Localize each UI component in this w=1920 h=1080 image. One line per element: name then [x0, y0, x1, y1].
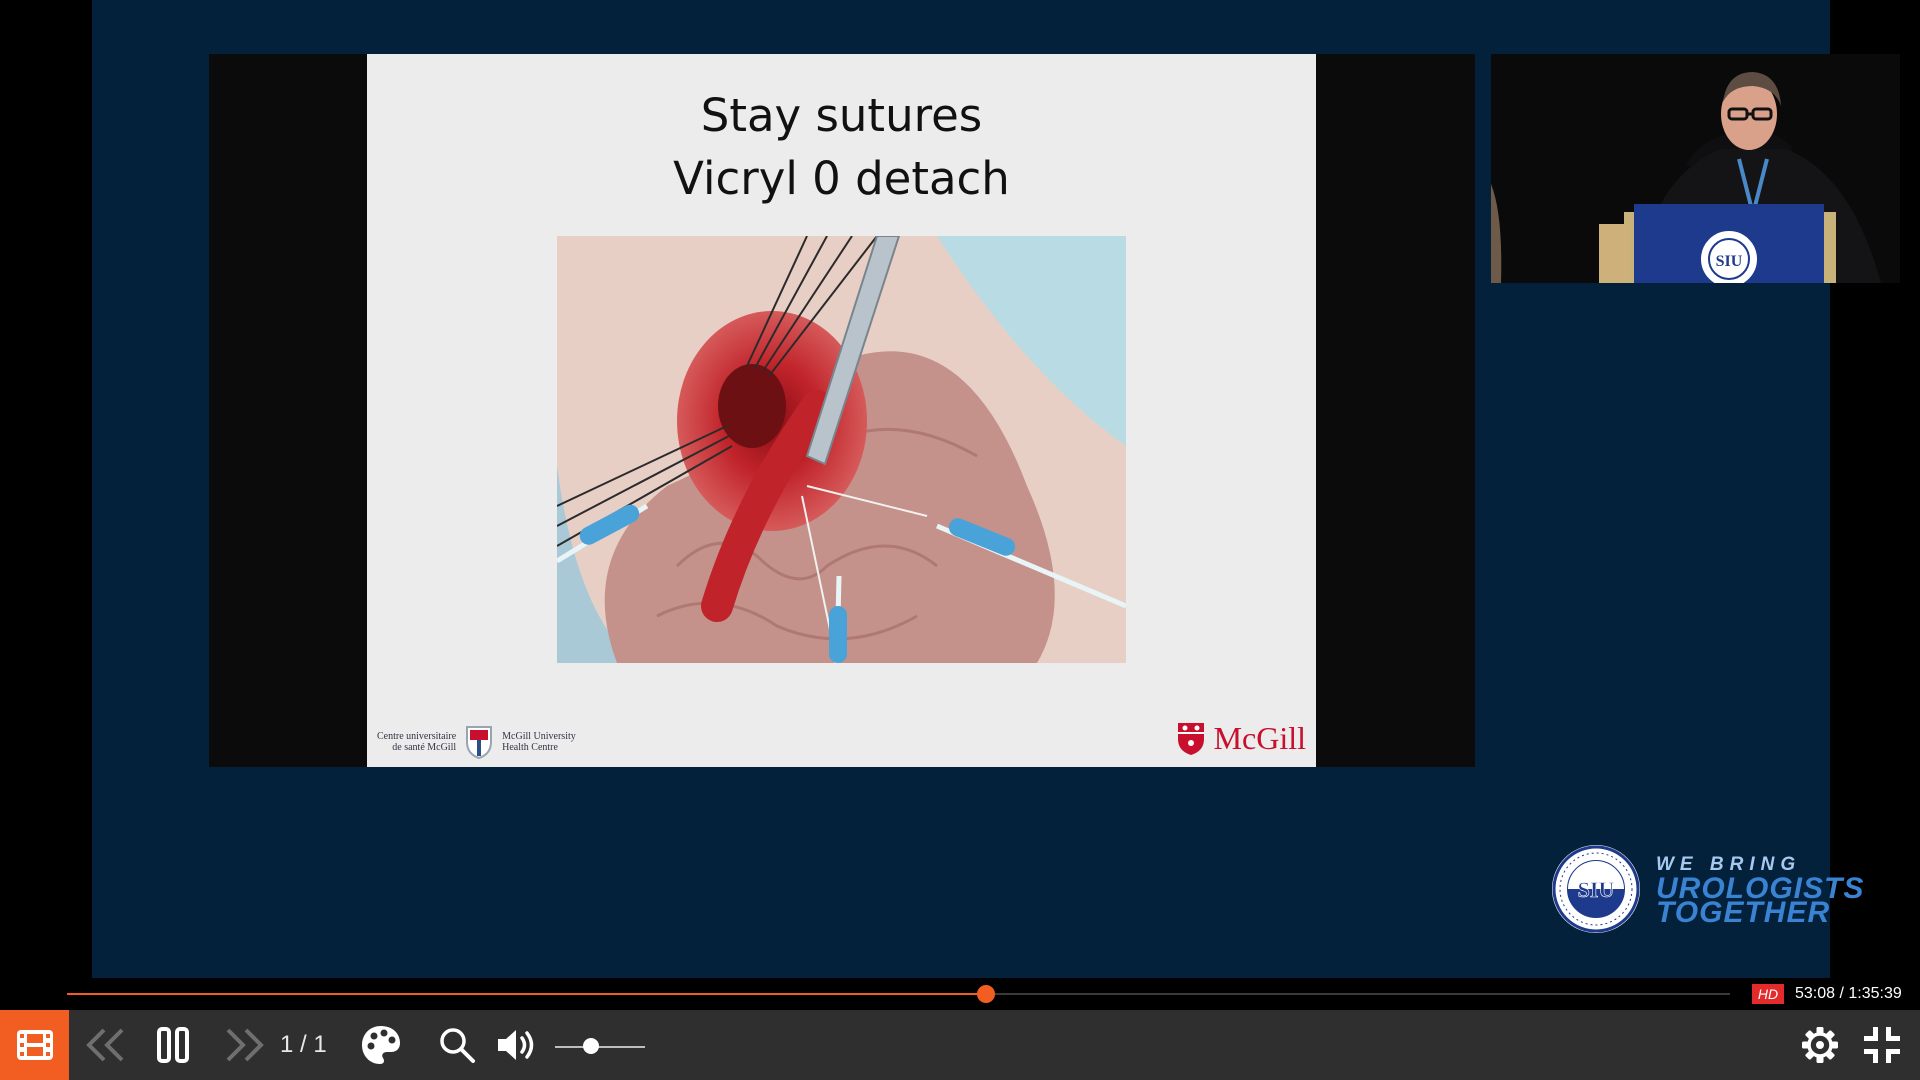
- hd-badge[interactable]: HD: [1752, 984, 1784, 1004]
- mcgill-logo: McGill: [1176, 720, 1306, 757]
- progress-bar[interactable]: HD 53:08 / 1:35:39: [0, 978, 1920, 1010]
- volume-icon: [498, 1030, 534, 1060]
- progress-track[interactable]: [67, 985, 1730, 1003]
- exit-fullscreen-button[interactable]: [1858, 1010, 1906, 1080]
- time-display: 53:08 / 1:35:39: [1795, 985, 1902, 1002]
- volume-slider[interactable]: [555, 1010, 645, 1080]
- control-bar: 1 / 1: [0, 1010, 1920, 1080]
- skip-forward-button[interactable]: [218, 1010, 270, 1080]
- video-stage[interactable]: Stay sutures Vicryl 0 detach Centre univ…: [92, 0, 1900, 978]
- cuhc-logo: Centre universitaire de santé McGill McG…: [377, 724, 576, 760]
- progress-thumb[interactable]: [976, 985, 995, 1003]
- mcgill-shield-icon: [1177, 722, 1204, 755]
- slide-area: Stay sutures Vicryl 0 detach Centre univ…: [209, 54, 1475, 767]
- cuhc-english-line2: Health Centre: [502, 742, 558, 753]
- palette-button[interactable]: [358, 1010, 404, 1080]
- svg-text:SIU: SIU: [1716, 253, 1743, 270]
- skip-forward-icon: [226, 1028, 264, 1062]
- speaker-camera: SIU: [1491, 54, 1900, 283]
- page-indicator: 1 / 1: [280, 1031, 327, 1058]
- gear-icon: [1802, 1027, 1838, 1063]
- volume-track[interactable]: [555, 1046, 645, 1048]
- surgical-photo: [557, 236, 1126, 663]
- cuhc-shield-icon: [466, 726, 493, 760]
- search-button[interactable]: [434, 1010, 480, 1080]
- film-icon: [16, 1030, 53, 1060]
- siu-tagline: WE BRING UROLOGISTS TOGETHER: [1656, 853, 1864, 928]
- skip-back-button[interactable]: [80, 1010, 132, 1080]
- volume-knob[interactable]: [583, 1038, 599, 1054]
- palette-icon: [362, 1026, 400, 1064]
- siu-seal-text: SIU: [1578, 877, 1615, 902]
- settings-button[interactable]: [1796, 1010, 1844, 1080]
- film-button[interactable]: [0, 1010, 69, 1080]
- cuhc-english-line1: McGill University: [502, 731, 576, 742]
- skip-back-icon: [86, 1028, 124, 1062]
- presentation-slide: Stay sutures Vicryl 0 detach Centre univ…: [367, 54, 1316, 767]
- cuhc-french-line1: Centre universitaire: [377, 731, 457, 742]
- exit-fullscreen-icon: [1864, 1027, 1900, 1063]
- siu-seal-logo: SIU: [1552, 845, 1640, 933]
- pause-icon: [157, 1027, 189, 1063]
- progress-played: [67, 993, 986, 995]
- slide-title: Stay sutures Vicryl 0 detach: [367, 84, 1316, 210]
- volume-button[interactable]: [493, 1010, 543, 1080]
- pause-button[interactable]: [150, 1010, 196, 1080]
- cuhc-french-line2: de santé McGill: [392, 742, 457, 753]
- search-icon: [440, 1028, 475, 1063]
- mcgill-wordmark: McGill: [1213, 720, 1306, 756]
- slide-title-line2: Vicryl 0 detach: [673, 152, 1010, 205]
- siu-branding: SIU WE BRING UROLOGISTS TOGETHER: [1550, 843, 1864, 935]
- slide-title-line1: Stay sutures: [700, 89, 983, 142]
